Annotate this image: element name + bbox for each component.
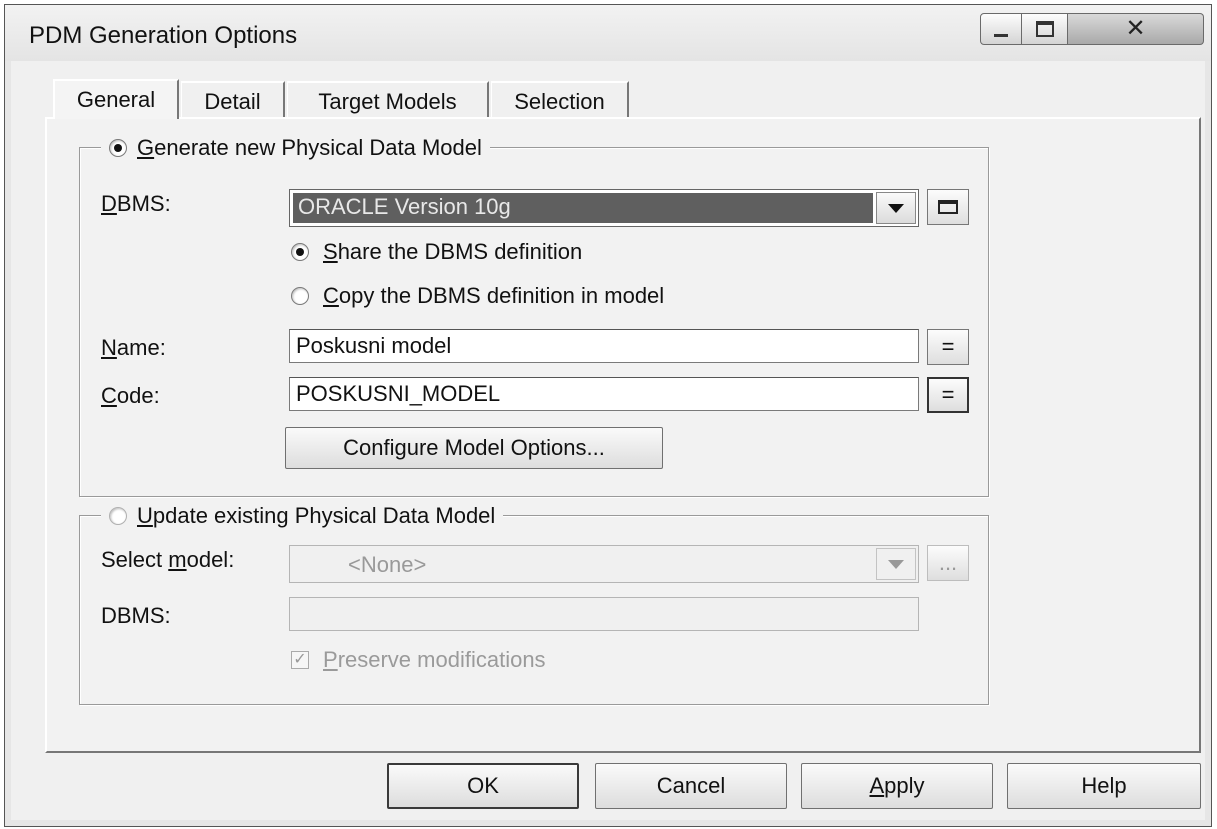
chevron-down-icon: [888, 559, 904, 569]
chevron-down-icon: [888, 203, 904, 213]
preserve-modifications-checkbox[interactable]: ✓ Preserve modifications: [291, 647, 546, 673]
cancel-button[interactable]: Cancel: [595, 763, 787, 809]
close-button[interactable]: ✕: [1068, 13, 1204, 45]
code-equals-label: =: [941, 382, 955, 407]
select-model-browse-button[interactable]: ...: [927, 545, 969, 581]
window-title: PDM Generation Options: [29, 22, 298, 49]
code-label: Code:: [101, 383, 160, 408]
generate-radio-label: Generate new Physical Data Model: [137, 135, 482, 160]
dbms-dropdown-button[interactable]: [876, 192, 916, 224]
copy-radio-indicator[interactable]: [291, 287, 309, 305]
folder-icon: [938, 200, 958, 214]
copy-dbms-radio[interactable]: Copy the DBMS definition in model: [291, 283, 664, 309]
tab-selection[interactable]: Selection: [491, 81, 629, 119]
minimize-icon: [994, 33, 1008, 37]
configure-model-options-button[interactable]: Configure Model Options...: [285, 427, 663, 469]
select-model-dropdown-button[interactable]: [876, 548, 916, 580]
generate-new-pdm-radio[interactable]: Generate new Physical Data Model: [101, 135, 490, 161]
dbms-browse-button[interactable]: [927, 189, 969, 225]
name-equals-button[interactable]: =: [927, 329, 969, 365]
tab-general[interactable]: General: [53, 79, 179, 119]
preserve-check-icon[interactable]: ✓: [291, 651, 309, 669]
name-field[interactable]: Poskusni model: [289, 329, 919, 363]
name-label: Name:: [101, 335, 166, 360]
update-radio-indicator[interactable]: [109, 507, 127, 525]
dbms-label: DBMS:: [101, 191, 171, 216]
tab-general-label: General: [76, 87, 156, 112]
pdm-generation-options-dialog: PDM Generation Options ✕ General Detail …: [4, 4, 1212, 827]
dbms-select[interactable]: ORACLE Version 10g: [289, 189, 919, 227]
close-icon: ✕: [1125, 15, 1146, 42]
update-existing-pdm-radio[interactable]: Update existing Physical Data Model: [101, 503, 504, 529]
tab-target-models-label: Target Models: [318, 89, 457, 114]
apply-label: Apply: [869, 773, 925, 798]
generate-radio-indicator[interactable]: [109, 139, 127, 157]
select-model-label: Select model:: [101, 547, 235, 572]
ok-button[interactable]: OK: [387, 763, 579, 809]
title-bar: PDM Generation Options ✕: [5, 5, 1211, 61]
name-equals-label: =: [941, 334, 955, 359]
tab-detail-label: Detail: [204, 89, 261, 114]
tab-detail[interactable]: Detail: [181, 81, 285, 119]
update-dbms-label: DBMS:: [101, 603, 171, 628]
maximize-button[interactable]: [1022, 13, 1068, 45]
share-dbms-radio[interactable]: Share the DBMS definition: [291, 239, 582, 265]
copy-radio-label: Copy the DBMS definition in model: [323, 283, 665, 308]
maximize-icon: [1035, 21, 1054, 37]
select-model-value: <None>: [348, 552, 427, 577]
update-dbms-field[interactable]: [289, 597, 919, 631]
browse-label: ...: [938, 550, 958, 575]
tab-target-models[interactable]: Target Models: [287, 81, 489, 119]
apply-button[interactable]: Apply: [801, 763, 993, 809]
code-equals-button[interactable]: =: [927, 377, 969, 413]
tab-selection-label: Selection: [514, 89, 605, 114]
share-radio-indicator[interactable]: [291, 243, 309, 261]
share-radio-label: Share the DBMS definition: [323, 239, 583, 264]
dbms-select-value: ORACLE Version 10g: [293, 193, 873, 223]
help-button[interactable]: Help: [1007, 763, 1201, 809]
minimize-button[interactable]: [980, 13, 1022, 45]
preserve-label: Preserve modifications: [323, 647, 546, 672]
select-model-dropdown[interactable]: <None>: [289, 545, 919, 583]
update-radio-label: Update existing Physical Data Model: [137, 503, 496, 528]
code-field[interactable]: POSKUSNI_MODEL: [289, 377, 919, 411]
